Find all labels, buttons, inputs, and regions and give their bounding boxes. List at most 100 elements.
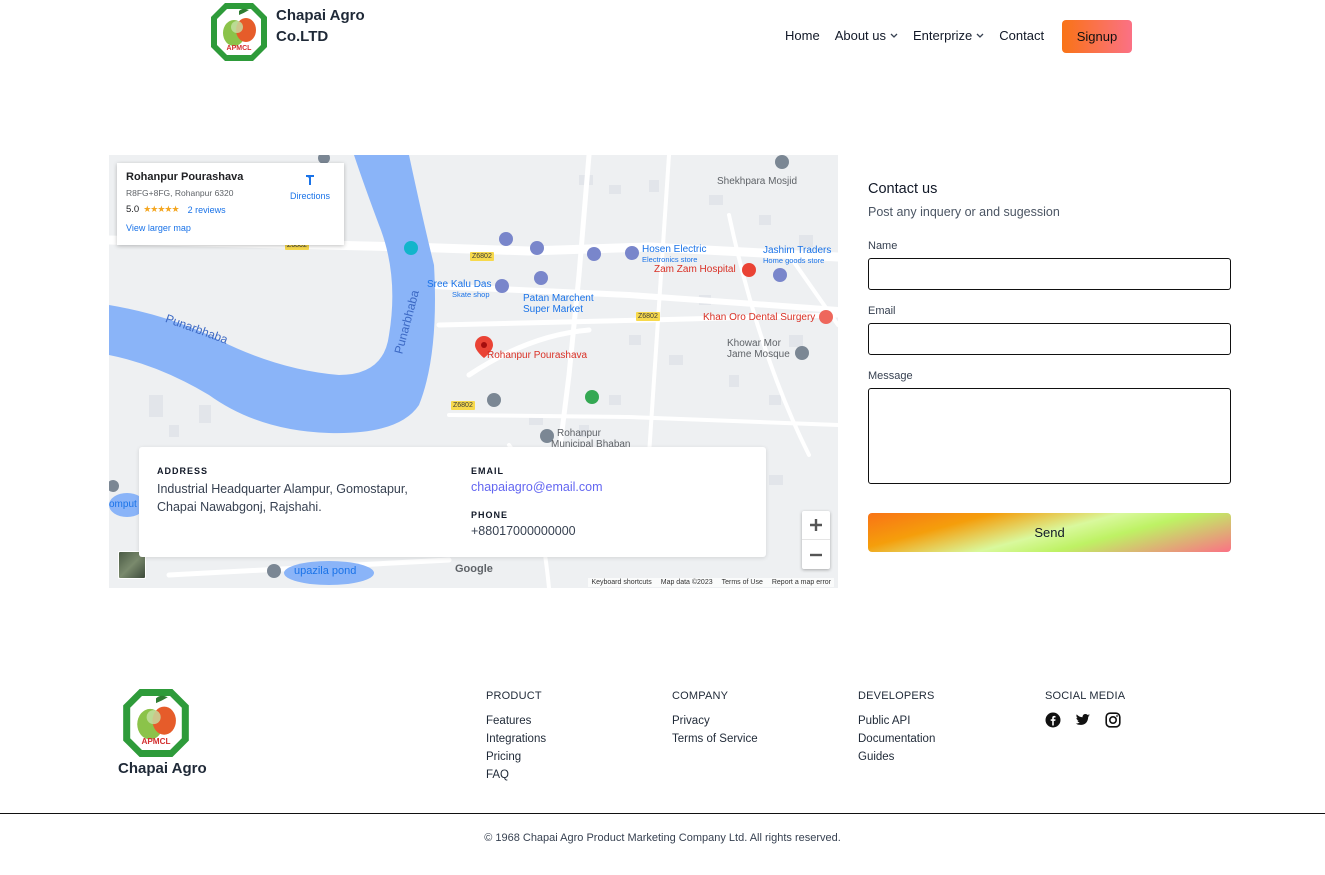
footer-brand-name: Chapai Agro bbox=[118, 760, 207, 777]
road-badge: Z6802 bbox=[451, 401, 475, 410]
footer-column-social: SOCIAL MEDIA bbox=[1045, 690, 1125, 728]
road-badge: Z6802 bbox=[470, 252, 494, 261]
instagram-icon[interactable] bbox=[1105, 712, 1121, 728]
directions-label: Directions bbox=[289, 191, 330, 201]
brand-name-line1: Chapai Agro bbox=[276, 7, 365, 24]
zoom-out-button[interactable] bbox=[802, 540, 830, 569]
signup-button[interactable]: Signup bbox=[1062, 20, 1132, 53]
brand-name[interactable]: Chapai Agro Co.LTD bbox=[276, 5, 365, 47]
map-label-selected[interactable]: Rohanpur Pourashava bbox=[487, 350, 587, 361]
address-line-2: Chapai Nawabgonj, Rajshahi. bbox=[157, 500, 322, 514]
footer-link-privacy[interactable]: Privacy bbox=[672, 712, 758, 730]
footer-link-public-api[interactable]: Public API bbox=[858, 712, 935, 730]
twitter-icon[interactable] bbox=[1075, 712, 1091, 728]
nav-enterprize[interactable]: Enterprize bbox=[913, 28, 984, 43]
address-text: Industrial Headquarter Alampur, Gomostap… bbox=[157, 480, 408, 516]
view-larger-map-link[interactable]: View larger map bbox=[126, 223, 335, 233]
nav-about-us[interactable]: About us bbox=[835, 28, 898, 43]
nav-contact[interactable]: Contact bbox=[999, 28, 1044, 43]
nav-home[interactable]: Home bbox=[785, 28, 820, 43]
name-label: Name bbox=[868, 240, 898, 252]
social-links bbox=[1045, 712, 1125, 728]
contact-subtitle: Post any inquery or and sugession bbox=[868, 205, 1060, 219]
footer-link-guides[interactable]: Guides bbox=[858, 748, 935, 766]
copyright-text: © 1968 Chapai Agro Product Marketing Com… bbox=[484, 832, 841, 844]
footer-link-pricing[interactable]: Pricing bbox=[486, 748, 546, 766]
map-label-poi[interactable]: Shekhpara Mosjid bbox=[717, 176, 797, 187]
map-label-poi[interactable]: Khan Oro Dental Surgery bbox=[703, 312, 815, 323]
map-label-poi[interactable]: Zam Zam Hospital bbox=[654, 264, 736, 275]
map-label-poi[interactable]: Jashim Traders bbox=[763, 245, 831, 256]
send-button[interactable]: Send bbox=[868, 513, 1231, 552]
map-data-text: Map data ©2023 bbox=[660, 579, 713, 586]
email-field-label: Email bbox=[868, 305, 896, 317]
directions-icon bbox=[305, 175, 314, 185]
message-label: Message bbox=[868, 370, 913, 382]
footer-column-developers: DEVELOPERS Public API Documentation Guid… bbox=[858, 690, 935, 766]
footer-heading: SOCIAL MEDIA bbox=[1045, 690, 1126, 702]
footer-heading: PRODUCT bbox=[486, 690, 542, 702]
footer-column-product: PRODUCT Features Integrations Pricing FA… bbox=[486, 690, 546, 784]
zoom-in-button[interactable] bbox=[802, 511, 830, 540]
report-error-link[interactable]: Report a map error bbox=[772, 579, 831, 586]
map-label-poi[interactable]: Jame Mosque bbox=[727, 349, 790, 360]
footer-divider bbox=[0, 813, 1325, 814]
map-label-poi[interactable]: Khowar Mor bbox=[727, 338, 781, 349]
footer-link-documentation[interactable]: Documentation bbox=[858, 730, 935, 748]
google-logo: Google bbox=[455, 563, 493, 575]
rating-value: 5.0 bbox=[126, 204, 140, 215]
contact-title: Contact us bbox=[868, 181, 938, 197]
footer-heading: DEVELOPERS bbox=[858, 690, 935, 702]
map-label-poi[interactable]: Skate shop bbox=[452, 290, 490, 299]
star-rating-icon: ★★★★★ bbox=[143, 204, 179, 214]
svg-text:APMCL: APMCL bbox=[141, 737, 170, 746]
keyboard-shortcuts-link[interactable]: Keyboard shortcuts bbox=[591, 579, 651, 586]
map-attribution: Keyboard shortcuts Map data ©2023 Terms … bbox=[588, 578, 834, 587]
message-textarea[interactable] bbox=[868, 388, 1231, 484]
map-place-card: Rohanpur Pourashava R8FG+8FG, Rohanpur 6… bbox=[117, 163, 344, 245]
reviews-link[interactable]: 2 reviews bbox=[188, 205, 226, 215]
map-label-poi[interactable]: Patan Marchent bbox=[523, 293, 594, 304]
nav-about-us-label: About us bbox=[834, 28, 887, 43]
map-zoom-controls bbox=[802, 511, 830, 569]
map-label-poi[interactable]: Home goods store bbox=[763, 256, 824, 265]
map-label-poi[interactable]: omput bbox=[109, 499, 137, 510]
map-label-poi[interactable]: Sree Kalu Das bbox=[427, 279, 491, 290]
footer-link-faq[interactable]: FAQ bbox=[486, 766, 546, 784]
nav-enterprize-label: Enterprize bbox=[913, 28, 973, 43]
main-nav: Home About us Enterprize Contact bbox=[785, 28, 1059, 43]
facebook-icon[interactable] bbox=[1045, 712, 1061, 728]
email-label: EMAIL bbox=[471, 466, 504, 476]
name-input[interactable] bbox=[868, 258, 1231, 290]
email-input[interactable] bbox=[868, 323, 1231, 355]
phone-label: PHONE bbox=[471, 510, 509, 520]
svg-text:APMCL: APMCL bbox=[227, 45, 253, 52]
footer-link-terms[interactable]: Terms of Service bbox=[672, 730, 758, 748]
phone-text: +88017000000000 bbox=[471, 524, 576, 538]
plus-icon bbox=[810, 519, 822, 531]
minus-icon bbox=[810, 553, 822, 556]
map-label-poi[interactable]: Super Market bbox=[523, 304, 583, 315]
map-label-poi[interactable]: upazila pond bbox=[294, 565, 356, 577]
map-label-poi[interactable]: Electronics store bbox=[642, 255, 697, 264]
chevron-down-icon bbox=[976, 33, 984, 38]
footer-link-features[interactable]: Features bbox=[486, 712, 546, 730]
footer-link-integrations[interactable]: Integrations bbox=[486, 730, 546, 748]
nav-contact-label: Contact bbox=[999, 28, 1045, 43]
place-rating: 5.0 ★★★★★ 2 reviews bbox=[126, 204, 335, 215]
footer-column-company: COMPANY Privacy Terms of Service bbox=[672, 690, 758, 748]
brand-logo[interactable]: APMCL bbox=[211, 3, 267, 61]
terms-of-use-link[interactable]: Terms of Use bbox=[722, 579, 763, 586]
map-label-poi[interactable]: Rohanpur bbox=[557, 428, 601, 439]
directions-button[interactable]: Directions bbox=[290, 173, 330, 201]
brand-name-line2: Co.LTD bbox=[276, 28, 329, 45]
road-badge: Z6802 bbox=[636, 312, 660, 321]
map-label-poi[interactable]: Hosen Electric bbox=[642, 244, 706, 255]
nav-home-label: Home bbox=[785, 28, 820, 43]
footer-logo[interactable]: APMCL bbox=[122, 689, 190, 757]
footer-heading: COMPANY bbox=[672, 690, 729, 702]
address-label: ADDRESS bbox=[157, 466, 209, 476]
email-link[interactable]: chapaiagro@email.com bbox=[471, 478, 603, 496]
contact-info-card: ADDRESS Industrial Headquarter Alampur, … bbox=[139, 447, 766, 557]
chevron-down-icon bbox=[890, 33, 898, 38]
